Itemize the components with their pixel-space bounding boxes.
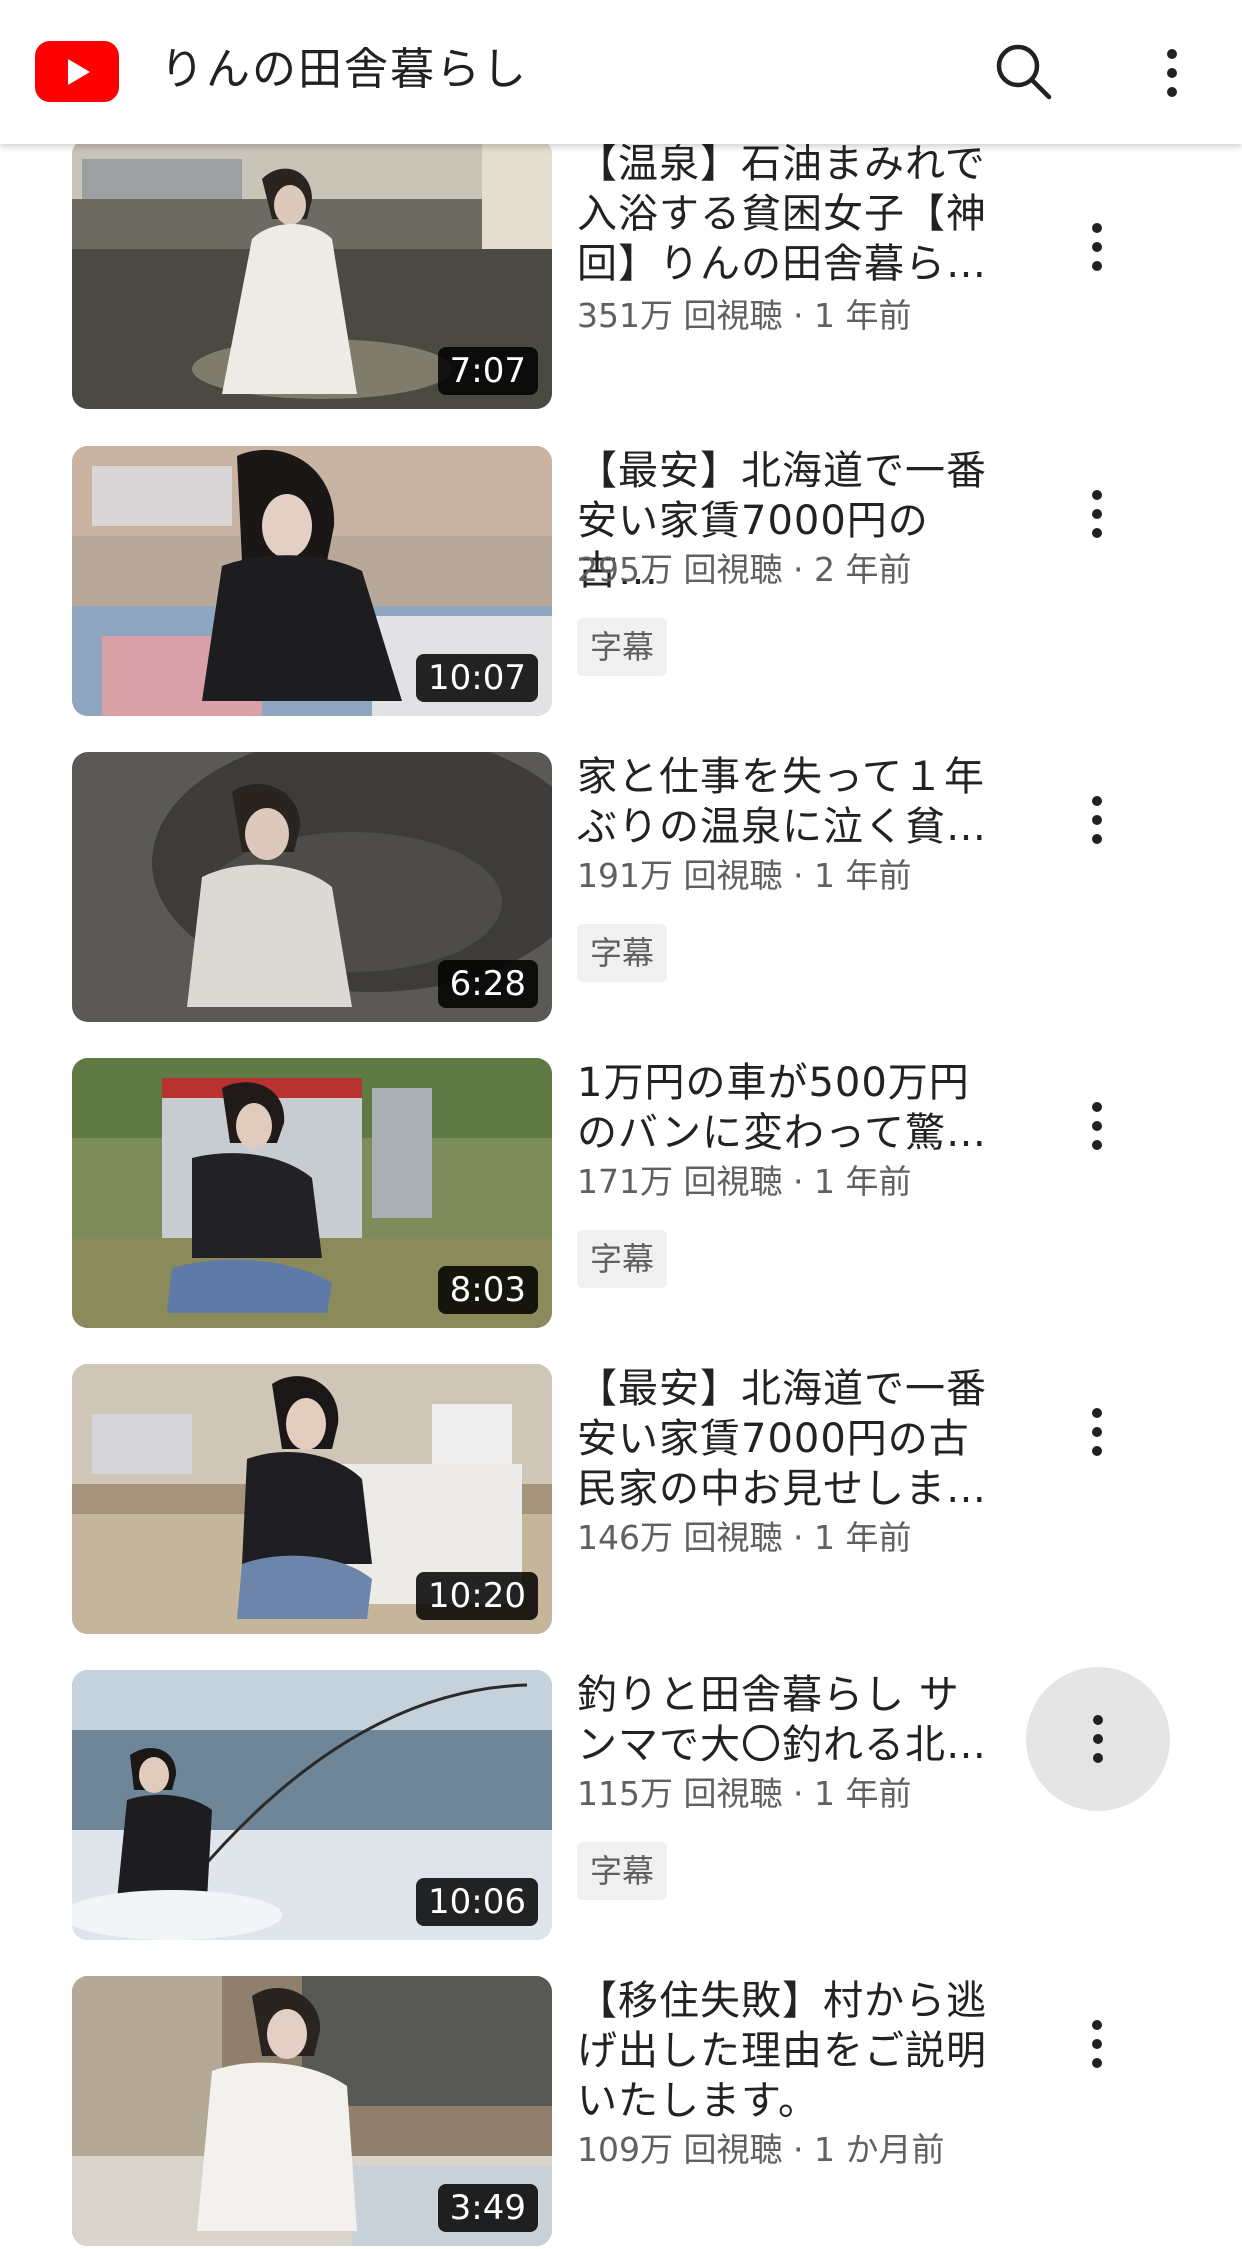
video-item[interactable]: 3:49 【移住失敗】村から逃 げ出した理由をご説明 いたします。 109万 回… [0, 1976, 1242, 2246]
video-item[interactable]: 7:07 【温泉】石油まみれで 入浴する貧困女子【神 回】りんの田舎暮ら… 35… [0, 139, 1242, 409]
video-thumbnail[interactable]: 10:06 [72, 1670, 552, 1940]
view-count: 115万 回視聴 [577, 1774, 783, 1813]
video-menu-button[interactable] [1026, 1667, 1170, 1811]
more-vert-icon [1091, 796, 1103, 853]
video-meta: 295万 回視聴 · 2 年前 [577, 548, 911, 592]
video-meta: 191万 回視聴 · 1 年前 [577, 854, 911, 898]
upload-age: 2 年前 [813, 550, 912, 589]
channel-title: りんの田舎暮らし [160, 44, 528, 95]
video-menu-button[interactable] [1060, 478, 1134, 552]
video-thumbnail[interactable]: 8:03 [72, 1058, 552, 1328]
meta-separator: · [782, 550, 814, 589]
video-meta: 351万 回視聴 · 1 年前 [577, 294, 911, 338]
video-thumbnail[interactable]: 3:49 [72, 1976, 552, 2246]
view-count: 171万 回視聴 [577, 1162, 783, 1201]
youtube-logo-icon[interactable] [35, 41, 119, 102]
video-thumbnail[interactable]: 10:20 [72, 1364, 552, 1634]
video-menu-button[interactable] [1060, 211, 1134, 285]
more-options-button[interactable] [1150, 40, 1194, 104]
video-item[interactable]: 10:07 【最安】北海道で一番 安い家賃7000円の古… 295万 回視聴 ·… [0, 446, 1242, 716]
upload-age: 1 年前 [813, 1774, 912, 1813]
upload-age: 1 年前 [813, 856, 912, 895]
view-count: 351万 回視聴 [577, 296, 783, 335]
search-button[interactable] [992, 40, 1056, 104]
caption-badge: 字幕 [577, 924, 668, 982]
video-thumbnail[interactable]: 6:28 [72, 752, 552, 1022]
video-duration: 10:20 [416, 1572, 538, 1620]
video-meta: 146万 回視聴 · 1 年前 [577, 1516, 911, 1560]
caption-badge: 字幕 [577, 1842, 668, 1900]
upload-age: 1 年前 [813, 296, 912, 335]
video-meta: 115万 回視聴 · 1 年前 [577, 1772, 911, 1816]
more-vert-icon [1091, 2020, 1103, 2077]
meta-separator: · [782, 1162, 814, 1201]
video-title[interactable]: 家と仕事を失って１年 ぶりの温泉に泣く貧… [577, 752, 1007, 852]
upload-age: 1 年前 [813, 1518, 912, 1557]
video-duration: 3:49 [437, 2184, 538, 2232]
caption-badge: 字幕 [577, 618, 668, 676]
video-item[interactable]: 6:28 家と仕事を失って１年 ぶりの温泉に泣く貧… 191万 回視聴 · 1 … [0, 752, 1242, 1022]
view-count: 295万 回視聴 [577, 550, 783, 589]
video-duration: 6:28 [437, 960, 538, 1008]
view-count: 146万 回視聴 [577, 1518, 783, 1557]
video-duration: 10:07 [416, 654, 538, 702]
more-vert-icon [1092, 1715, 1104, 1772]
meta-separator: · [782, 1518, 814, 1557]
more-vert-icon [1091, 1102, 1103, 1159]
video-item[interactable]: 8:03 1万円の車が500万円 のバンに変わって驚… 171万 回視聴 · 1… [0, 1058, 1242, 1328]
video-title[interactable]: 1万円の車が500万円 のバンに変わって驚… [577, 1058, 1007, 1158]
meta-separator: · [782, 1774, 814, 1813]
caption-badge: 字幕 [577, 1230, 668, 1288]
meta-separator: · [782, 296, 814, 335]
video-menu-button[interactable] [1060, 1396, 1134, 1470]
video-title[interactable]: 【温泉】石油まみれで 入浴する貧困女子【神 回】りんの田舎暮ら… [577, 139, 1007, 289]
meta-separator: · [782, 2130, 814, 2169]
video-meta: 109万 回視聴 · 1 か月前 [577, 2128, 944, 2172]
video-duration: 10:06 [416, 1878, 538, 1926]
meta-separator: · [782, 856, 814, 895]
app-header: りんの田舎暮らし [0, 0, 1242, 144]
search-icon [996, 44, 1052, 100]
view-count: 109万 回視聴 [577, 2130, 783, 2169]
video-thumbnail[interactable]: 7:07 [72, 139, 552, 409]
video-title[interactable]: 【最安】北海道で一番 安い家賃7000円の古 民家の中お見せしま… [577, 1364, 1007, 1514]
more-vert-icon [1091, 490, 1103, 547]
more-vert-icon [1091, 223, 1103, 280]
video-item[interactable]: 10:06 釣りと田舎暮らし サ ンマで大〇釣れる北… 115万 回視聴 · 1… [0, 1667, 1242, 1940]
video-title[interactable]: 【移住失敗】村から逃 げ出した理由をご説明 いたします。 [577, 1976, 1007, 2126]
video-item[interactable]: 10:20 【最安】北海道で一番 安い家賃7000円の古 民家の中お見せしま… … [0, 1364, 1242, 1634]
upload-age: 1 か月前 [813, 2130, 945, 2169]
upload-age: 1 年前 [813, 1162, 912, 1201]
video-menu-button[interactable] [1060, 2008, 1134, 2082]
video-menu-button[interactable] [1060, 784, 1134, 858]
video-meta: 171万 回視聴 · 1 年前 [577, 1160, 911, 1204]
video-duration: 7:07 [437, 347, 538, 395]
more-vert-icon [1166, 49, 1178, 106]
view-count: 191万 回視聴 [577, 856, 783, 895]
video-thumbnail[interactable]: 10:07 [72, 446, 552, 716]
video-duration: 8:03 [437, 1266, 538, 1314]
video-title[interactable]: 釣りと田舎暮らし サ ンマで大〇釣れる北… [577, 1670, 1007, 1770]
more-vert-icon [1091, 1408, 1103, 1465]
video-menu-button[interactable] [1060, 1090, 1134, 1164]
